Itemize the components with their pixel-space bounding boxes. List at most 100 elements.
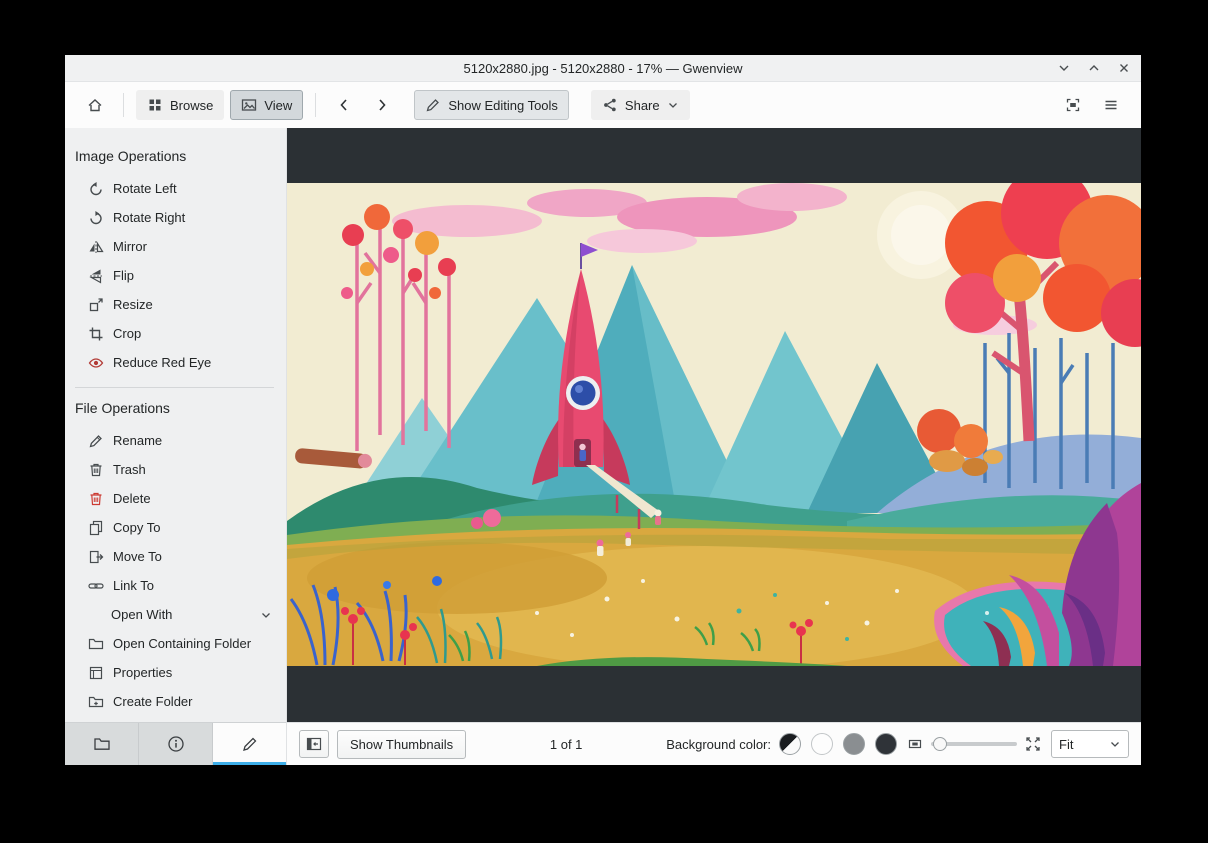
sidebar-item-label: Crop [113,326,142,341]
sidebar-item-resize[interactable]: Resize [65,290,286,319]
sidebar-item-properties[interactable]: Properties [65,658,286,687]
show-editing-tools-label: Show Editing Tools [448,97,558,113]
folder-icon [93,735,111,753]
crop-icon [88,326,104,342]
move-icon [88,549,104,565]
mirror-icon [88,239,104,255]
red-eye-icon [88,355,104,371]
sidebar-item-label: Move To [113,549,162,564]
sidebar-item-delete[interactable]: Delete [65,484,286,513]
flip-icon [88,268,104,284]
sidebar-item-open-containing-folder[interactable]: Open Containing Folder [65,629,286,658]
share-icon [602,97,618,113]
sidebar-item-label: Flip [113,268,134,283]
chevron-down-icon [1109,738,1121,750]
image-icon [241,97,257,113]
titlebar[interactable]: 5120x2880.jpg - 5120x2880 - 17% — Gwenvi… [65,55,1141,82]
show-thumbnails-button[interactable]: Show Thumbnails [337,729,467,759]
sidebar-item-label: Open With [111,607,173,622]
sidebar-item-label: Properties [113,665,173,680]
sidebar-item-reduce-red-eye[interactable]: Reduce Red Eye [65,348,286,377]
sidebar-item-label: Rename [113,433,163,448]
folder-icon [88,636,104,652]
view-button[interactable]: View [230,90,304,120]
share-button[interactable]: Share [590,90,690,120]
link-icon [88,578,104,594]
sidebar-item-copy-to[interactable]: Copy To [65,513,286,542]
sidebar-item-mirror[interactable]: Mirror [65,232,286,261]
info-icon [167,735,185,753]
minimize-button[interactable] [1057,61,1071,75]
sidebar-item-label: Rotate Left [113,181,177,196]
trash-icon [88,462,104,478]
sidebar-item-label: Link To [113,578,154,593]
tab-operations[interactable] [213,723,286,765]
sidebar-item-label: Delete [113,491,151,506]
home-icon [87,97,103,113]
toolbar: Browse View Show Editing Tools Share [65,82,1141,128]
copy-icon [88,520,104,536]
sidebar-separator [75,387,274,388]
sidebar-item-rotate-right[interactable]: Rotate Right [65,203,286,232]
delete-icon [88,491,104,507]
grid-icon [147,97,163,113]
background-color-label: Background color: [666,736,771,752]
chevron-down-icon [667,99,679,111]
main-area: Image Operations Rotate Left Rotate Righ… [65,128,1141,765]
sidebar-item-label: Resize [113,297,153,312]
browse-button[interactable]: Browse [136,90,225,120]
sidebar-item-crop[interactable]: Crop [65,319,286,348]
file-operations-header: File Operations [75,400,170,416]
image-viewer[interactable] [287,128,1141,722]
chevron-right-icon [374,97,390,113]
window-title: 5120x2880.jpg - 5120x2880 - 17% — Gwenvi… [463,60,743,76]
swatch-dark[interactable] [875,733,897,755]
viewer-column: Show Thumbnails 1 of 1 Background color: [287,128,1141,765]
sidebar-item-trash[interactable]: Trash [65,455,286,484]
menu-button[interactable] [1095,89,1127,121]
swatch-white[interactable] [811,733,833,755]
zoom-slider[interactable] [931,736,1017,752]
page-indicator: 1 of 1 [549,736,583,752]
back-button[interactable] [328,89,360,121]
show-editing-tools-button[interactable]: Show Editing Tools [414,90,569,120]
toolbar-separator [123,93,124,117]
sidebar-item-link-to[interactable]: Link To [65,571,286,600]
tab-information[interactable] [139,723,213,765]
hamburger-icon [1103,97,1119,113]
home-button[interactable] [79,89,111,121]
sidebar: Image Operations Rotate Left Rotate Righ… [65,128,287,765]
swatch-gray[interactable] [843,733,865,755]
sidebar-item-label: Open Containing Folder [113,636,252,651]
sidebar-item-label: Create Folder [113,694,193,709]
resize-icon [88,297,104,313]
zoom-fit-icon[interactable] [907,736,923,752]
rotate-right-icon [88,210,104,226]
sidebar-item-flip[interactable]: Flip [65,261,286,290]
chevron-down-icon [260,609,272,621]
sidebar-item-create-folder[interactable]: Create Folder [65,687,286,716]
sidebar-item-move-to[interactable]: Move To [65,542,286,571]
maximize-button[interactable] [1087,61,1101,75]
zoom-slider-handle[interactable] [933,737,947,751]
background-color-swatches [779,733,897,755]
sidebar-item-rotate-left[interactable]: Rotate Left [65,174,286,203]
forward-button[interactable] [366,89,398,121]
sidebar-item-open-with[interactable]: Open With [65,600,286,629]
fit-to-screen-button[interactable] [1057,89,1089,121]
share-label: Share [624,97,660,113]
sidebar-toggle-icon [306,736,322,752]
sidebar-item-label: Mirror [113,239,147,254]
create-folder-icon [88,694,104,710]
operations-panel: Image Operations Rotate Left Rotate Righ… [65,128,286,722]
zoom-mode-combobox[interactable]: Fit [1051,730,1129,758]
swatch-auto[interactable] [779,733,801,755]
toggle-sidebar-button[interactable] [299,730,329,758]
view-label: View [264,97,293,113]
zoom-actual-size-icon[interactable] [1025,736,1041,752]
close-button[interactable] [1117,61,1131,75]
statusbar: Show Thumbnails 1 of 1 Background color: [287,722,1141,765]
sidebar-tabs [65,722,286,765]
tab-folders[interactable] [65,723,139,765]
sidebar-item-rename[interactable]: Rename [65,426,286,455]
